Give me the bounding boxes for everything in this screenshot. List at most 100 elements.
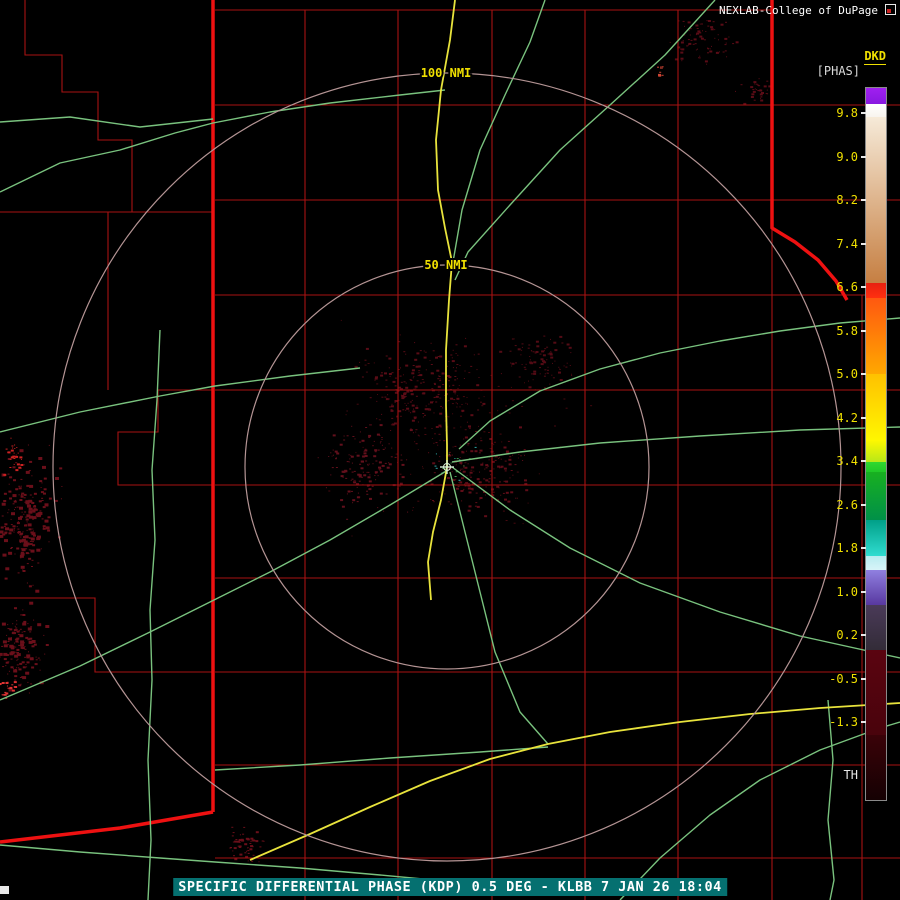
units-label: [PHAS]	[816, 64, 860, 78]
echo-pixel	[461, 450, 464, 452]
echo-pixel	[417, 421, 419, 423]
echo-pixel	[441, 474, 443, 476]
echo-pixel	[709, 48, 711, 50]
echo-pixel	[19, 518, 22, 520]
echo-pixel	[502, 510, 505, 512]
echo-pixel	[435, 401, 438, 403]
echo-pixel	[521, 364, 523, 365]
echo-pixel	[521, 343, 524, 345]
echo-pixel	[520, 354, 522, 356]
echo-pixel	[381, 439, 383, 440]
echo-pixel	[425, 405, 427, 407]
echo-pixel	[7, 624, 9, 626]
echo-pixel	[535, 351, 539, 353]
echo-pixel	[255, 831, 259, 834]
echo-pixel	[423, 350, 425, 352]
echo-pixel	[410, 473, 412, 475]
echo-pixel	[438, 433, 441, 435]
echo-pixel	[334, 450, 338, 453]
scale-segment	[866, 735, 886, 800]
echo-pixel	[369, 397, 372, 399]
echo-pixel	[544, 369, 547, 371]
echo-pixel	[45, 526, 50, 530]
echo-pixel	[419, 350, 422, 352]
echo-pixel	[413, 408, 415, 410]
echo-pixel	[725, 21, 727, 23]
echo-pixel	[590, 405, 593, 407]
echo-pixel	[26, 666, 28, 668]
corner-marker	[0, 886, 9, 894]
echo-pixel	[37, 513, 41, 517]
echo-pixel	[25, 664, 27, 665]
echo-pixel	[478, 481, 482, 484]
echo-pixel	[343, 439, 346, 441]
echo-pixel	[243, 826, 246, 828]
echo-pixel	[21, 631, 23, 633]
echo-pixel	[351, 462, 353, 464]
echo-pixel	[5, 682, 9, 684]
echo-pixel	[546, 346, 549, 348]
echo-pixel	[452, 349, 454, 351]
echo-pixel	[493, 444, 495, 446]
echo-pixel	[726, 56, 728, 58]
echo-pixel	[351, 535, 353, 537]
echo-pixel	[372, 463, 374, 465]
echo-pixel	[503, 446, 507, 449]
echo-pixel	[412, 432, 414, 434]
echo-pixel	[232, 832, 235, 834]
echo-pixel	[377, 475, 379, 477]
echo-pixel	[401, 476, 405, 479]
scale-tick-label: 5.8	[836, 323, 858, 338]
echo-pixel	[434, 383, 436, 385]
echo-pixel	[417, 434, 419, 436]
echo-pixel	[430, 342, 432, 344]
scale-tick-label: 5.0	[836, 367, 858, 381]
echo-pixel	[725, 42, 727, 44]
echo-pixel	[412, 377, 414, 379]
echo-pixel	[659, 71, 662, 73]
echo-pixel	[18, 485, 21, 487]
echo-pixel	[355, 452, 357, 454]
echo-pixel	[444, 420, 446, 422]
echo-pixel	[39, 669, 41, 671]
echo-pixel	[504, 460, 507, 462]
echo-pixel	[365, 371, 368, 373]
echo-pixel	[682, 40, 684, 42]
echo-pixel	[430, 401, 433, 404]
echo-pixel	[454, 476, 457, 477]
echo-pixel	[412, 509, 414, 511]
echo-pixel	[32, 541, 34, 543]
echo-pixel	[21, 647, 25, 650]
echo-pixel	[10, 449, 14, 452]
scale-tick-label: 4.2	[836, 410, 858, 425]
echo-pixel	[415, 429, 418, 431]
echo-pixel	[568, 346, 572, 349]
echo-pixel	[480, 401, 482, 403]
echo-pixel	[385, 379, 388, 381]
echo-pixel	[354, 479, 356, 481]
echo-pixel	[554, 349, 558, 352]
echo-pixel	[363, 452, 367, 455]
echo-pixel	[724, 50, 727, 52]
echo-pixel	[540, 358, 544, 361]
echo-pixel	[563, 398, 566, 400]
echo-pixel	[33, 492, 37, 495]
echo-pixel	[43, 477, 47, 480]
echo-pixel	[15, 454, 17, 456]
echo-pixel	[422, 381, 425, 383]
echo-pixel	[456, 397, 460, 400]
echo-pixel	[32, 528, 34, 530]
echo-pixel	[703, 39, 706, 41]
echo-pixel	[463, 488, 465, 490]
echo-pixel	[468, 505, 472, 508]
echo-pixel	[435, 453, 437, 455]
echo-pixel	[393, 422, 397, 425]
echo-pixel	[439, 380, 442, 382]
road-line	[0, 116, 214, 128]
echo-pixel	[9, 467, 12, 468]
echo-pixel	[410, 393, 414, 396]
echo-pixel	[251, 860, 254, 862]
scale-tick-label: 8.2	[836, 193, 858, 207]
echo-pixel	[519, 426, 522, 429]
echo-pixel	[431, 388, 434, 389]
